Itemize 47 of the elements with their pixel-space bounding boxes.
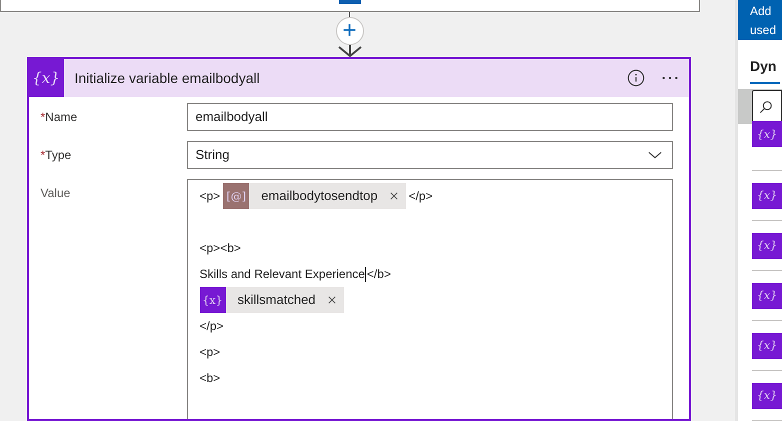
variable-icon: {x} (32, 70, 60, 86)
variable-icon: {x} (756, 190, 778, 201)
variable-icon-tile[interactable]: {x} (752, 282, 782, 308)
banner-text: used (750, 22, 778, 39)
markup-text: <p><b> (200, 240, 241, 257)
markup-text: <p> (200, 344, 220, 361)
variable-icon: {x} (756, 290, 778, 301)
variable-icon-tile[interactable]: {x} (752, 182, 782, 208)
markup-text: <p> (200, 188, 220, 205)
chevron-down-icon (648, 151, 662, 159)
field-label: Name (45, 109, 78, 126)
more-options-icon[interactable] (660, 75, 678, 81)
variable-icon-tile[interactable]: {x} (752, 332, 782, 358)
close-icon[interactable] (328, 296, 336, 304)
search-icon (759, 100, 773, 114)
required-asterisk: * (40, 109, 46, 126)
dynamic-content-token[interactable]: {x} skillsmatched (200, 287, 344, 313)
variable-icon-tile[interactable]: {x} (752, 232, 782, 258)
variable-icon-tile[interactable]: {x} (752, 121, 782, 147)
variable-icon: {x} (756, 128, 778, 140)
search-field[interactable] (752, 90, 782, 123)
name-input-field[interactable]: emailbodyall (186, 103, 672, 131)
banner-text: Add (750, 3, 772, 20)
markup-text: <b> (200, 370, 220, 387)
info-icon[interactable] (626, 69, 644, 87)
close-icon[interactable] (390, 192, 398, 200)
markup-text: Skills and Relevant Experience (200, 266, 365, 283)
markup-text: </p> (408, 188, 433, 205)
variable-icon: {x} (756, 390, 778, 401)
variable-icon-tile[interactable]: {x} (752, 382, 782, 408)
value-editor[interactable]: <p> [@] emailbodytosendtop </p> <p><b> Skills and Relevant Experience </b> {x} skillsmatched </p> <p> <b> (186, 179, 672, 419)
add-step-button[interactable]: + (336, 17, 364, 45)
markup-text: </p> (200, 318, 224, 335)
variable-icon: {x} (756, 340, 778, 351)
down-arrow-icon (336, 45, 362, 57)
field-label: Type (45, 147, 72, 164)
token-icon-glyph: [@] (226, 190, 246, 202)
markup-text: </b> (366, 266, 391, 283)
token-icon-glyph: {x} (202, 294, 223, 306)
card-title: Initialize variable emailbodyall (74, 68, 261, 88)
dynamic-content-tab[interactable]: Dyn (750, 56, 780, 84)
field-label: Value (40, 185, 70, 202)
text-cursor (364, 266, 366, 282)
type-dropdown[interactable]: String (186, 141, 672, 169)
dynamic-content-token[interactable]: [@] emailbodytosendtop (223, 183, 406, 209)
variable-icon: {x} (756, 240, 778, 251)
required-asterisk: * (40, 147, 46, 164)
